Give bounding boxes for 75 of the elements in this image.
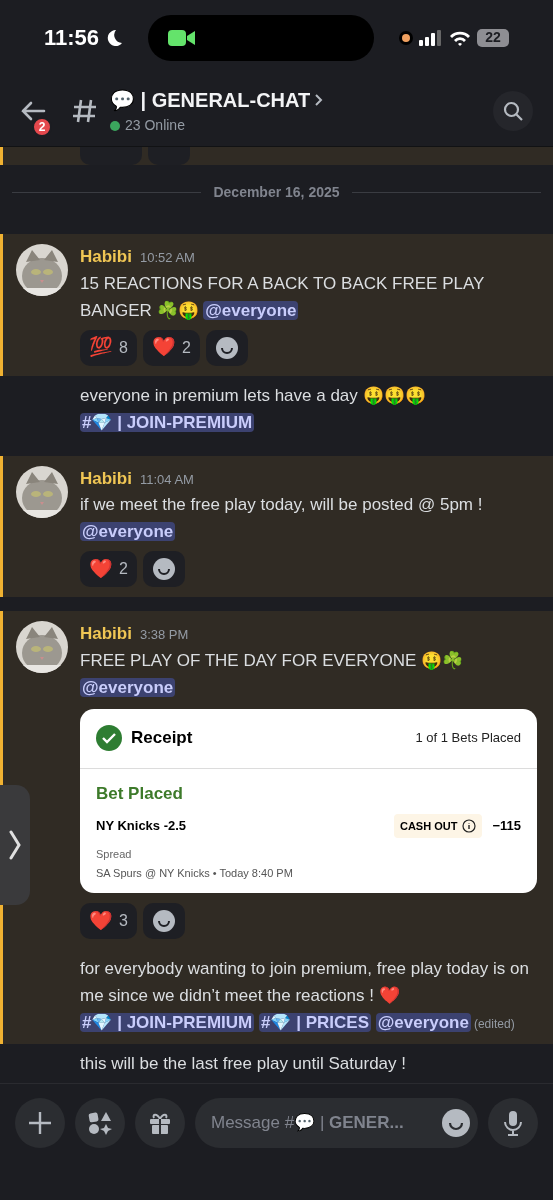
- search-icon: [503, 100, 523, 121]
- cash-out-button[interactable]: CASH OUT: [393, 814, 483, 838]
- clock-time: 11:56: [44, 24, 100, 52]
- reaction-count: 3: [119, 911, 128, 931]
- recording-dot-icon: [399, 30, 413, 45]
- author-name[interactable]: Habibi: [80, 244, 132, 270]
- online-dot-icon: [110, 120, 120, 131]
- back-arrow-icon: [20, 99, 46, 122]
- smiley-icon: [152, 910, 175, 932]
- mention-link[interactable]: #💎 | JOIN-PREMIUM: [80, 1013, 255, 1032]
- date-divider: December 16, 2025: [213, 182, 340, 202]
- reaction-emoji: 💯: [89, 335, 113, 360]
- message-text: FREE PLAY OF THE DAY FOR EVERYONE 🤑☘ @everyone: [80, 649, 465, 699]
- info-icon: [462, 819, 477, 833]
- reaction-chip[interactable]: ❤ 3: [80, 903, 137, 939]
- search-button[interactable]: [493, 90, 533, 131]
- message-text: everyone in premium lets have a day 🤑🤑🤑 #💎 | JOIN-PREMIUM: [80, 384, 427, 434]
- author-name[interactable]: Habibi: [80, 621, 132, 647]
- plus-icon: [28, 1111, 52, 1135]
- hashtag-icon: [72, 97, 98, 124]
- message-time: 11:04 AM: [139, 470, 194, 489]
- bets-count: 1 of 1 Bets Placed: [415, 729, 521, 748]
- add-reaction-button[interactable]: [142, 903, 185, 939]
- bet-status: Bet Placed: [96, 782, 184, 805]
- side-drawer-handle[interactable]: [0, 785, 30, 905]
- notification-badge: 2: [32, 116, 52, 137]
- reaction-chip[interactable]: ❤ 2: [80, 551, 137, 587]
- message-text: if we meet the free play today, will be posted @ 5pm ! @everyone: [80, 494, 484, 543]
- mention-link[interactable]: @everyone: [203, 300, 299, 320]
- chevron-right-icon: [314, 93, 325, 107]
- wifi-icon: [449, 29, 471, 46]
- reaction-count: 8: [119, 337, 128, 358]
- bet-pick: NY Knicks -2.5: [96, 817, 188, 836]
- signal-icon: [419, 29, 443, 46]
- add-reaction-button[interactable]: [205, 329, 248, 366]
- add-button[interactable]: [15, 1098, 65, 1148]
- smiley-icon: [215, 336, 238, 359]
- mention-link[interactable]: #💎 | PRICES: [259, 1013, 371, 1032]
- check-circle-icon: [96, 725, 122, 751]
- add-reaction-button[interactable]: [142, 551, 185, 587]
- chevron-right-icon: [9, 830, 21, 860]
- bet-market: Spread: [96, 847, 133, 862]
- shapes-icon: [88, 1111, 112, 1135]
- reaction-count: 2: [119, 559, 128, 579]
- reaction-chip[interactable]: 💯 8: [80, 329, 137, 366]
- video-camera-icon: [168, 28, 197, 47]
- message-time: 10:52 AM: [139, 249, 195, 267]
- smiley-icon: [152, 558, 175, 580]
- mention-link[interactable]: #💎 | JOIN-PREMIUM: [80, 412, 255, 432]
- message-field[interactable]: Message #💬 | GENER...: [195, 1098, 478, 1148]
- mention-link[interactable]: @everyone: [375, 1013, 471, 1032]
- author-name[interactable]: Habibi: [80, 465, 132, 491]
- reaction-emoji: ❤: [151, 335, 176, 360]
- reaction-count: 2: [181, 337, 191, 358]
- smiley-icon: [442, 1109, 470, 1137]
- battery-level: 22: [477, 28, 509, 47]
- message-time: 3:38 PM: [139, 626, 189, 644]
- bet-event: SA Spurs @ NY Knicks • Today 8:40 PM: [96, 865, 294, 881]
- reaction-emoji: ❤: [89, 908, 113, 933]
- online-count: 23 Online: [125, 116, 185, 135]
- microphone-button[interactable]: [488, 1098, 538, 1148]
- reaction-chip[interactable]: ❤ 2: [142, 329, 200, 366]
- mention-link[interactable]: @everyone: [80, 677, 176, 697]
- apps-button[interactable]: [75, 1098, 125, 1148]
- gift-icon: [148, 1111, 172, 1135]
- message-text: for everybody wanting to join premium, free play today is on me since we didn’t meet the reactions ! ❤ #💎 | JOIN-PREMIUM #💎 | PRICES @everyone (edited): [80, 958, 530, 1034]
- microphone-icon: [503, 1110, 523, 1136]
- reaction-emoji: ❤: [89, 556, 113, 581]
- channel-title[interactable]: 💬 | GENERAL-CHAT: [110, 85, 311, 115]
- receipt-title: Receipt: [131, 727, 194, 750]
- gift-button[interactable]: [135, 1098, 185, 1148]
- bet-odds: −115: [492, 817, 521, 836]
- mention-link[interactable]: @everyone: [80, 522, 176, 541]
- message-text: 15 REACTIONS FOR A BACK TO BACK FREE PLAY BANGER ☘🤑 @everyone: [80, 272, 486, 322]
- message-text: this will be the last free play until Saturday !: [80, 1053, 407, 1075]
